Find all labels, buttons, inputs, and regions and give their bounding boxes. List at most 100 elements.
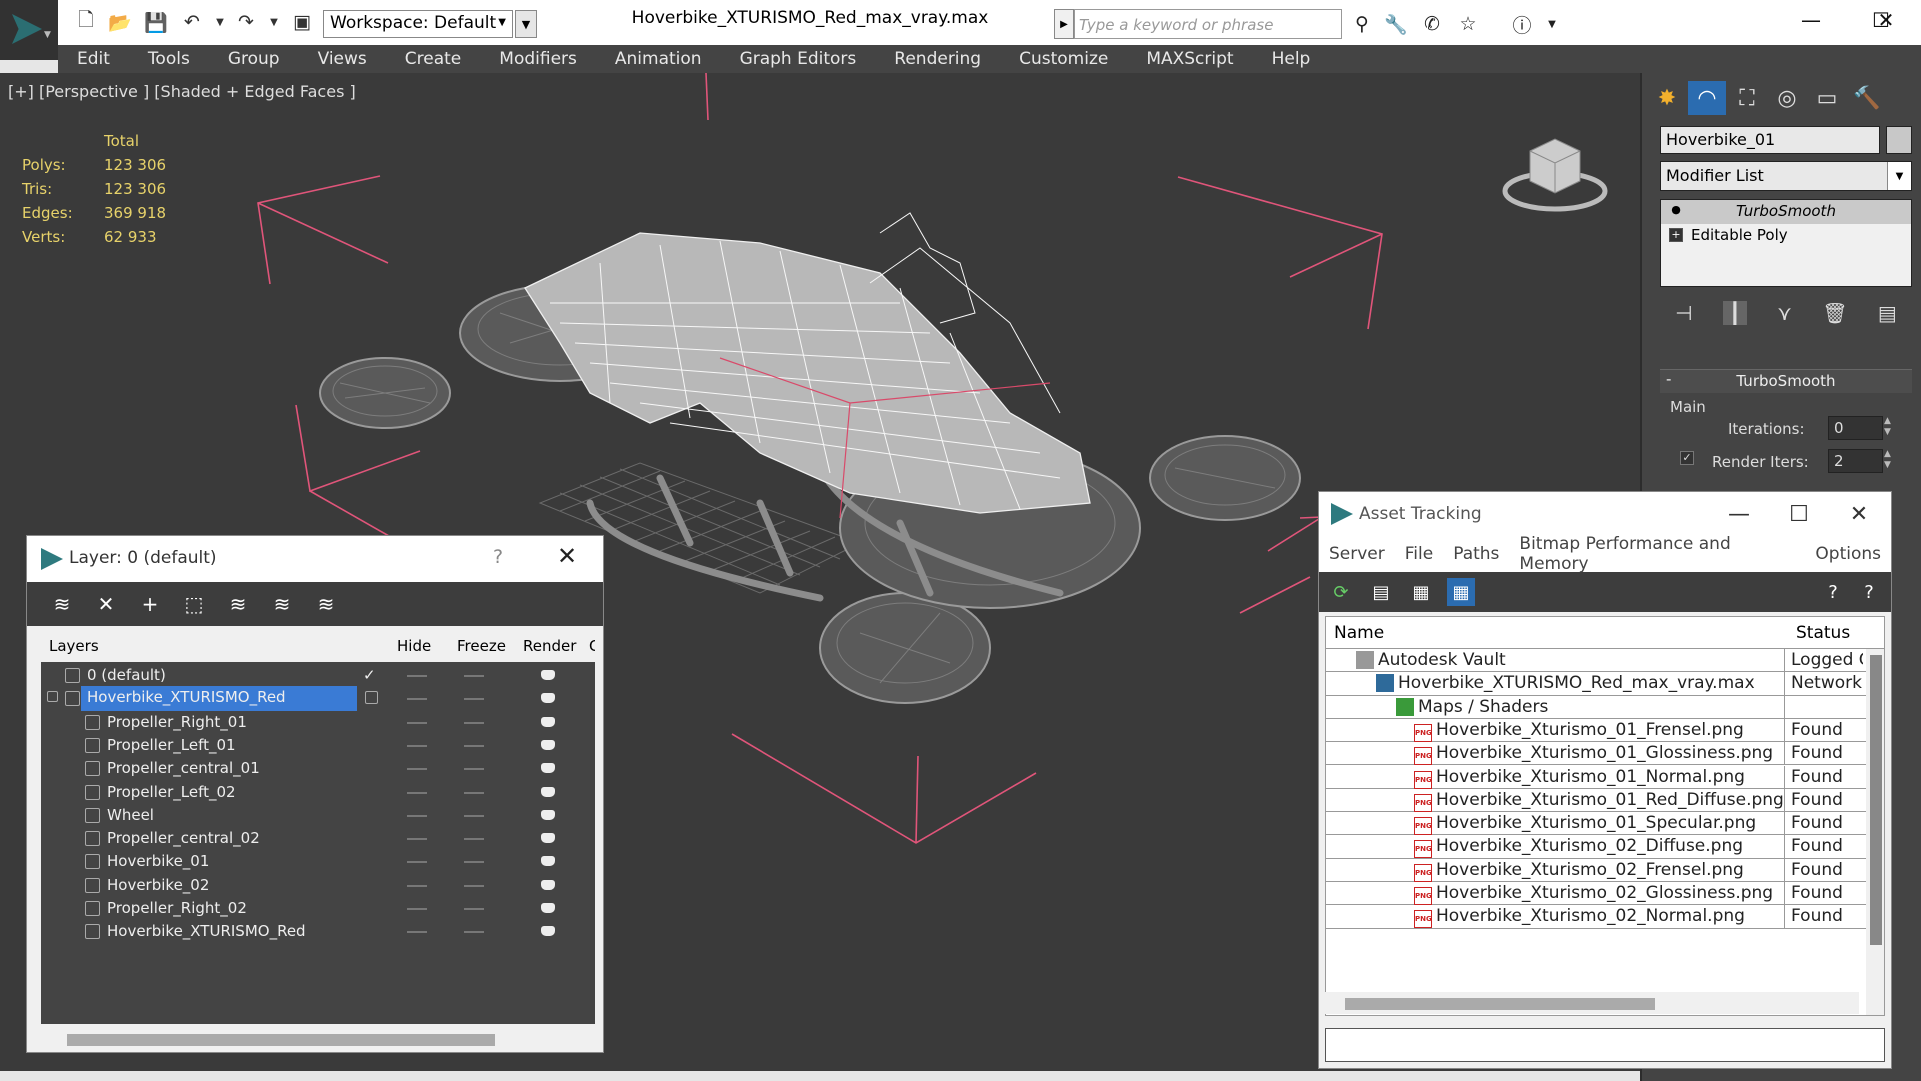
open-file-icon[interactable]: 📂: [106, 8, 134, 36]
asset-row[interactable]: PNG Hoverbike_Xturismo_02_Diffuse.png Foun…: [1326, 835, 1866, 859]
display-tab-icon[interactable]: ▭: [1808, 81, 1846, 115]
turbosmooth-rollout-header[interactable]: - TurboSmooth: [1660, 369, 1912, 393]
column-name[interactable]: Name: [1334, 623, 1384, 643]
asset-row[interactable]: PNG Hoverbike_Xturismo_02_Frensel.png Foun…: [1326, 858, 1866, 882]
hide-toggle[interactable]: [407, 908, 427, 910]
menu-tools[interactable]: Tools: [129, 49, 209, 69]
column-status[interactable]: Status: [1796, 623, 1850, 643]
close-button[interactable]: ✕: [1829, 496, 1889, 532]
freeze-toggle[interactable]: [464, 908, 484, 910]
highlight-layer-icon[interactable]: ≋: [223, 590, 253, 618]
menu-modifiers[interactable]: Modifiers: [480, 49, 596, 69]
render-teapot-icon[interactable]: [541, 809, 555, 820]
create-layer-icon[interactable]: ≋: [47, 590, 77, 618]
refresh-icon[interactable]: ⟳: [1327, 578, 1355, 606]
make-unique-icon[interactable]: ⋎: [1777, 301, 1792, 325]
minimize-button[interactable]: —: [1709, 496, 1769, 532]
search-input[interactable]: Type a keyword or phrase: [1074, 9, 1342, 39]
render-teapot-icon[interactable]: [541, 763, 555, 774]
set-active-layer-box[interactable]: [365, 691, 378, 705]
list-view-icon[interactable]: ▤: [1367, 578, 1395, 606]
hide-toggle[interactable]: [407, 721, 427, 724]
hide-toggle[interactable]: [407, 838, 427, 841]
asset-path-field[interactable]: [1325, 1028, 1885, 1062]
close-button[interactable]: ✕: [1851, 0, 1921, 40]
asset-row[interactable]: PNG Hoverbike_Xturismo_02_Glossiness.png F…: [1326, 882, 1866, 906]
menu-group[interactable]: Group: [209, 49, 299, 69]
hide-all-layers-icon[interactable]: ≋: [267, 590, 297, 618]
maximize-button[interactable]: ☐: [1769, 496, 1829, 532]
close-icon[interactable]: ✕: [557, 542, 577, 570]
scrollbar-thumb[interactable]: [1870, 655, 1882, 945]
search-expand-button[interactable]: ▶: [1054, 9, 1074, 39]
layer-dialog-titlebar[interactable]: Layer: 0 (default) ? ✕: [27, 536, 603, 582]
show-end-result-icon[interactable]: ┃: [1722, 301, 1747, 325]
menu-edit[interactable]: Edit: [58, 49, 129, 69]
asset-row[interactable]: PNG Hoverbike_Xturismo_01_Frensel.png Foun…: [1326, 718, 1866, 743]
tools-icon[interactable]: 🔧: [1380, 9, 1412, 39]
menu-paths[interactable]: Paths: [1443, 544, 1509, 564]
freeze-toggle[interactable]: [464, 814, 484, 817]
thumbnail-view-icon[interactable]: ▦: [1407, 578, 1435, 606]
column-hide[interactable]: Hide: [397, 637, 431, 655]
render-teapot-icon[interactable]: [541, 903, 555, 913]
hide-toggle[interactable]: [407, 884, 427, 887]
configure-sets-icon[interactable]: ▤: [1878, 301, 1897, 325]
viewcube-icon[interactable]: [1500, 123, 1610, 213]
freeze-toggle[interactable]: [464, 931, 484, 934]
asset-row[interactable]: PNG Hoverbike_Xturismo_02_Normal.png Found: [1326, 905, 1866, 929]
menu-graph-editors[interactable]: Graph Editors: [721, 49, 876, 69]
render-teapot-icon[interactable]: [541, 670, 555, 680]
menu-animation[interactable]: Animation: [596, 49, 721, 69]
render-teapot-icon[interactable]: [541, 693, 555, 704]
freeze-toggle[interactable]: [464, 721, 484, 724]
hide-toggle[interactable]: [407, 931, 427, 934]
object-name-field[interactable]: Hoverbike_01: [1660, 126, 1880, 154]
asset-vertical-scrollbar[interactable]: [1866, 649, 1884, 1015]
utilities-tab-icon[interactable]: 🔨: [1848, 81, 1886, 115]
column-extra[interactable]: C: [589, 637, 595, 655]
app-logo-button[interactable]: ▼: [0, 0, 58, 60]
freeze-toggle[interactable]: [464, 838, 484, 841]
remove-modifier-icon[interactable]: 🗑: [1822, 301, 1847, 325]
menu-options[interactable]: Options: [1805, 544, 1891, 564]
render-teapot-icon[interactable]: [541, 879, 555, 890]
workspace-menu-button[interactable]: ▼: [515, 10, 537, 38]
modify-tab-icon[interactable]: ◠: [1688, 81, 1726, 115]
render-iters-spinner[interactable]: 2: [1828, 449, 1883, 473]
undo-icon[interactable]: ↶: [178, 8, 206, 36]
freeze-all-layers-icon[interactable]: ≋: [311, 590, 341, 618]
help-icon[interactable]: ?: [1819, 578, 1847, 606]
help-icon[interactable]: ⓘ: [1506, 9, 1538, 39]
object-color-swatch[interactable]: [1886, 126, 1912, 154]
render-teapot-icon[interactable]: [541, 716, 555, 727]
asset-row[interactable]: Autodesk Vault Logged O: [1326, 649, 1866, 673]
hide-toggle[interactable]: [407, 791, 427, 794]
workspace-dropdown[interactable]: Workspace: Default ▼: [323, 10, 513, 38]
render-teapot-icon[interactable]: [541, 856, 555, 867]
communication-icon[interactable]: ✆: [1416, 9, 1448, 39]
render-teapot-icon[interactable]: [541, 786, 555, 797]
freeze-toggle[interactable]: [464, 768, 484, 771]
column-freeze[interactable]: Freeze: [457, 637, 506, 655]
lightbulb-icon[interactable]: ●: [1669, 204, 1683, 218]
menu-help[interactable]: Help: [1253, 49, 1330, 69]
menu-file[interactable]: File: [1395, 544, 1443, 564]
modifier-list-dropdown[interactable]: Modifier List ▼: [1660, 161, 1912, 191]
menu-create[interactable]: Create: [386, 49, 481, 69]
active-layer-check-icon[interactable]: ✓: [363, 666, 376, 684]
column-layers[interactable]: Layers: [49, 637, 99, 655]
help-dropdown-icon[interactable]: ▼: [1536, 9, 1568, 39]
asset-row[interactable]: Maps / Shaders: [1326, 695, 1866, 719]
asset-row[interactable]: PNG Hoverbike_Xturismo_01_Specular.png Fou…: [1326, 812, 1866, 836]
freeze-toggle[interactable]: [464, 884, 484, 887]
freeze-toggle[interactable]: [464, 698, 484, 701]
column-render[interactable]: Render: [523, 637, 576, 655]
delete-layer-icon[interactable]: ✕: [91, 590, 121, 618]
new-file-icon[interactable]: 🗋: [72, 8, 100, 36]
menu-rendering[interactable]: Rendering: [875, 49, 1000, 69]
save-file-icon[interactable]: 💾: [142, 8, 170, 36]
hide-toggle[interactable]: [407, 744, 427, 747]
scrollbar-thumb[interactable]: [1345, 998, 1655, 1010]
asset-horizontal-scrollbar[interactable]: [1325, 992, 1859, 1014]
